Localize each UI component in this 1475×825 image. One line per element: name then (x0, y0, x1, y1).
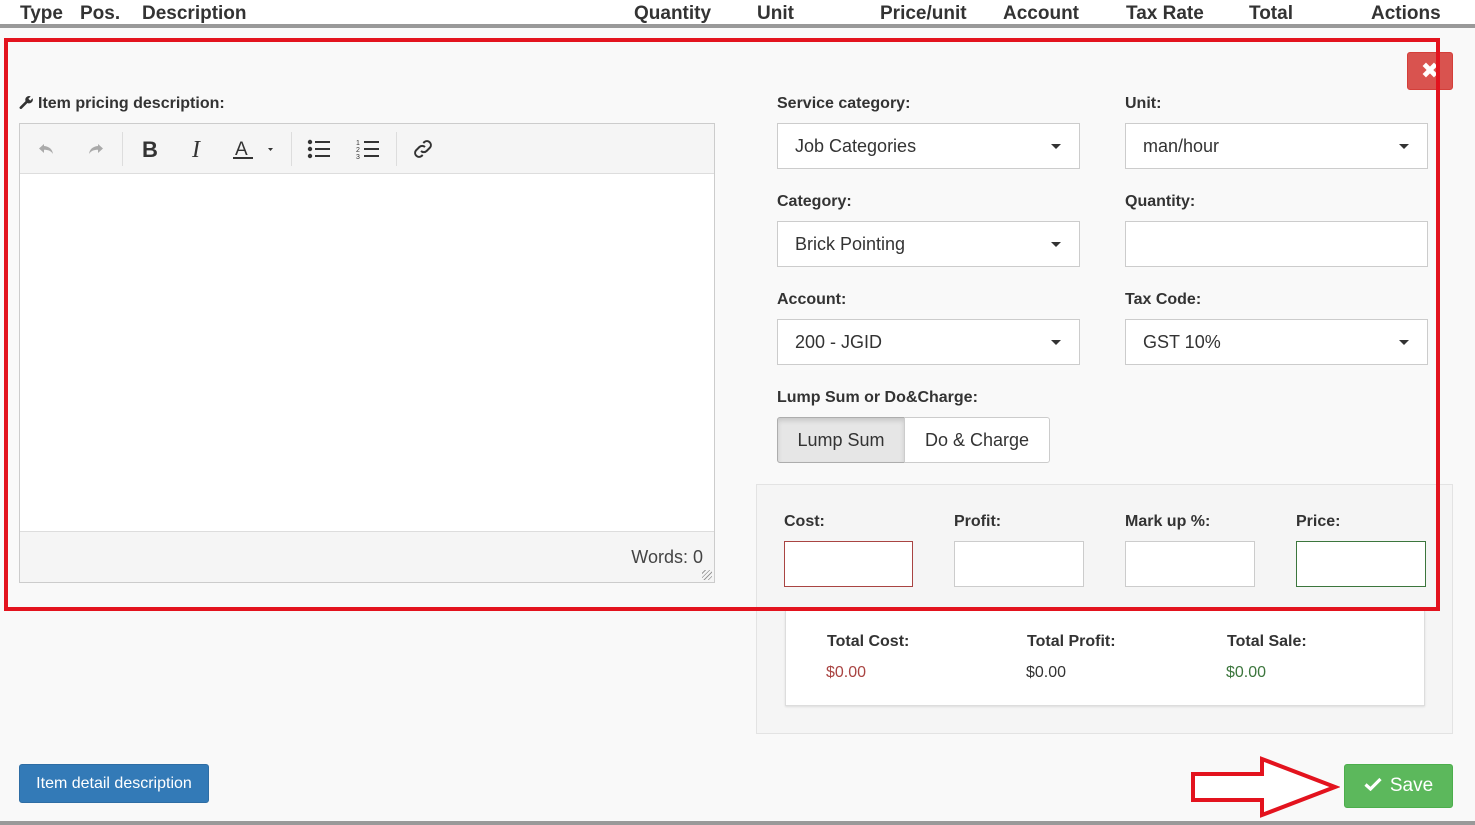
editor-statusbar: Words: 0 (20, 531, 714, 582)
col-total: Total (1249, 3, 1293, 24)
tax-code-select[interactable]: GST 10% (1125, 319, 1428, 365)
col-price-unit: Price/unit (880, 3, 967, 24)
caret-down-icon (1051, 340, 1061, 345)
cost-label: Cost: (784, 513, 825, 530)
editor-toolbar: B I A 123 (20, 124, 714, 174)
col-actions: Actions (1371, 3, 1441, 24)
do-charge-button[interactable]: Do & Charge (904, 417, 1050, 463)
total-sale-value: $0.00 (1226, 664, 1267, 681)
save-button[interactable]: Save (1344, 764, 1453, 808)
service-category-select[interactable]: Job Categories (777, 123, 1080, 169)
total-sale-label: Total Sale: (1227, 633, 1307, 650)
service-category-value: Job Categories (795, 135, 917, 156)
col-account: Account (1003, 3, 1079, 24)
quantity-input[interactable] (1125, 221, 1428, 267)
svg-text:3: 3 (356, 154, 360, 160)
svg-text:1: 1 (356, 140, 360, 147)
tax-code-value: GST 10% (1143, 331, 1221, 352)
category-value: Brick Pointing (795, 233, 906, 254)
caret-down-icon (1399, 340, 1409, 345)
toolbar-separator (122, 132, 123, 166)
close-icon: ✖ (1420, 58, 1440, 83)
cost-input[interactable] (784, 541, 913, 587)
total-profit-label: Total Profit: (1027, 633, 1116, 650)
rich-text-editor: B I A 123 Words: 0 (19, 123, 715, 583)
total-cost-value: $0.00 (826, 664, 867, 681)
col-tax-rate: Tax Rate (1126, 3, 1204, 24)
word-count: Words: 0 (631, 547, 703, 567)
item-pricing-description-label: Item pricing description: (19, 95, 225, 115)
svg-text:I: I (191, 138, 201, 160)
resize-handle-icon[interactable] (702, 570, 712, 580)
col-description: Description (142, 3, 247, 24)
service-category-label: Service category: (777, 95, 911, 112)
item-pricing-description-text: Item pricing description: (38, 95, 225, 112)
font-color-icon[interactable]: A (228, 124, 278, 174)
caret-down-icon (1051, 242, 1061, 247)
italic-icon[interactable]: I (183, 124, 213, 174)
account-value: 200 - JGID (795, 331, 883, 352)
category-select[interactable]: Brick Pointing (777, 221, 1080, 267)
unit-value: man/hour (1143, 135, 1220, 156)
col-unit: Unit (757, 3, 794, 24)
tax-code-label: Tax Code: (1125, 291, 1202, 308)
unit-label: Unit: (1125, 95, 1162, 112)
bullet-list-icon[interactable] (304, 124, 334, 174)
bottom-border (0, 821, 1475, 825)
col-pos: Pos. (80, 3, 121, 24)
svg-text:B: B (142, 138, 158, 160)
toolbar-separator (396, 132, 397, 166)
unit-select[interactable]: man/hour (1125, 123, 1428, 169)
total-profit-value: $0.00 (1026, 664, 1067, 681)
profit-input[interactable] (954, 541, 1084, 587)
save-label: Save (1389, 775, 1434, 796)
svg-text:2: 2 (356, 147, 360, 154)
redo-icon[interactable] (80, 124, 110, 174)
table-header-row: Type Pos. Description Quantity Unit Pric… (0, 0, 1475, 28)
lump-sum-label: Lump Sum or Do&Charge: (777, 389, 978, 406)
caret-down-icon (1051, 144, 1061, 149)
category-label: Category: (777, 193, 852, 210)
price-input[interactable] (1296, 541, 1426, 587)
lump-sum-button[interactable]: Lump Sum (777, 417, 905, 463)
caret-down-icon (1399, 144, 1409, 149)
bold-icon[interactable]: B (134, 124, 164, 174)
price-label: Price: (1296, 513, 1341, 530)
numbered-list-icon[interactable]: 123 (353, 124, 383, 174)
account-select[interactable]: 200 - JGID (777, 319, 1080, 365)
markup-label: Mark up %: (1125, 513, 1211, 530)
account-label: Account: (777, 291, 847, 308)
close-button[interactable]: ✖ (1407, 52, 1453, 90)
quantity-label: Quantity: (1125, 193, 1196, 210)
markup-input[interactable] (1125, 541, 1255, 587)
link-icon[interactable] (408, 124, 438, 174)
total-cost-label: Total Cost: (827, 633, 910, 650)
toolbar-separator (291, 132, 292, 166)
col-quantity: Quantity (634, 3, 712, 24)
profit-label: Profit: (954, 513, 1002, 530)
editor-content-area[interactable] (20, 174, 714, 531)
undo-icon[interactable] (32, 124, 62, 174)
col-type: Type (20, 3, 63, 24)
svg-text:A: A (235, 139, 248, 160)
arrow-right-icon (1191, 756, 1340, 818)
totals-box (785, 610, 1425, 706)
check-icon (1364, 775, 1382, 797)
item-detail-description-button[interactable]: Item detail description (19, 764, 209, 803)
wrench-icon (19, 95, 34, 115)
